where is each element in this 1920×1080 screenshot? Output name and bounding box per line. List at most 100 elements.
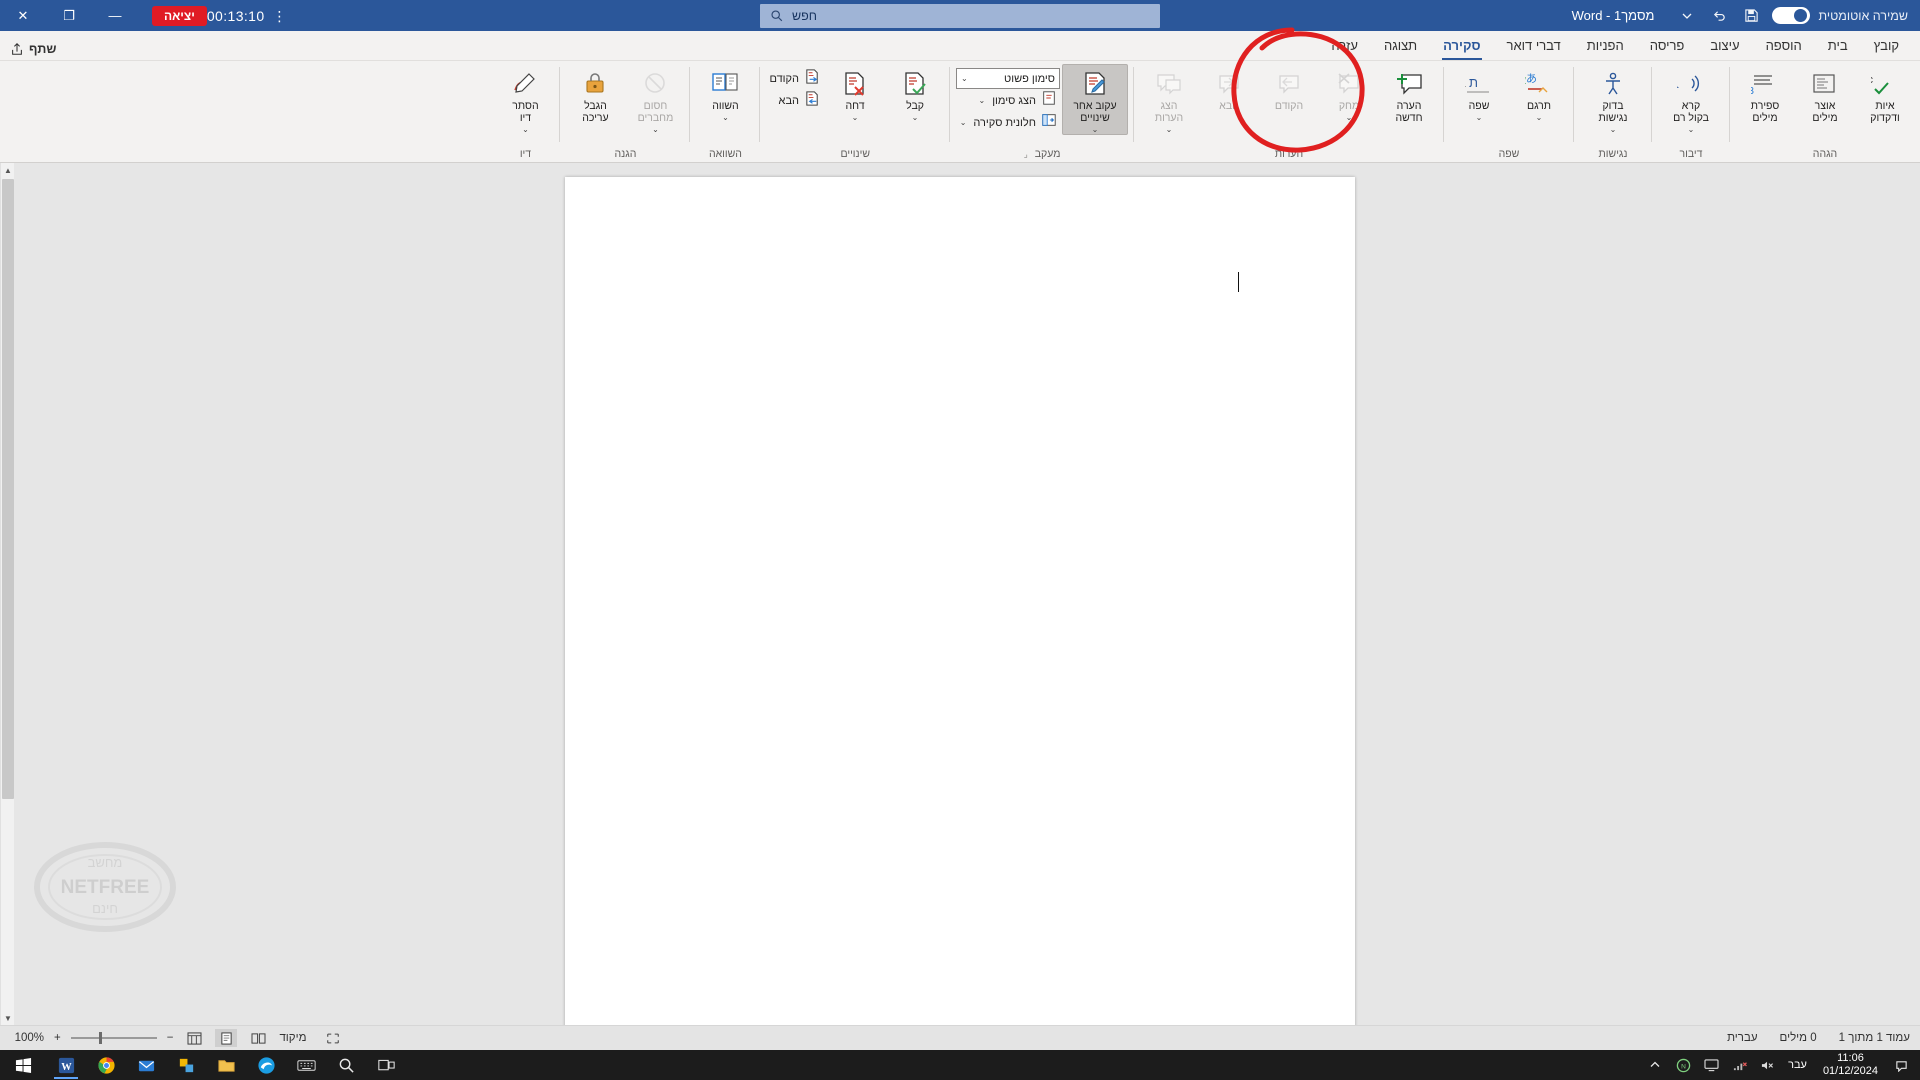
close-button[interactable]: ✕ — [0, 0, 46, 31]
word-taskbar-icon[interactable]: W — [46, 1050, 86, 1080]
chevron-up-icon[interactable] — [1642, 1050, 1668, 1080]
accept-change-button[interactable]: קבל ⌄ — [886, 64, 944, 132]
chevron-down-icon[interactable]: ⌄ — [522, 125, 529, 134]
scrollbar-thumb[interactable] — [2, 179, 14, 799]
tab-mailings[interactable]: דברי דואר — [1494, 34, 1574, 60]
word-count-button[interactable]: 123 ספירת מילים — [1736, 64, 1794, 132]
zoom-level[interactable]: 100% — [10, 1032, 44, 1044]
keyboard-taskbar-icon[interactable] — [286, 1050, 326, 1080]
translate-label: תרגם — [1527, 100, 1551, 112]
vertical-scrollbar[interactable]: ▲ ▼ — [0, 163, 14, 1025]
tab-home[interactable]: בית — [1815, 34, 1861, 60]
minimize-button[interactable]: — — [92, 0, 138, 31]
accept-change-icon — [900, 69, 930, 99]
tab-design[interactable]: עיצוב — [1697, 34, 1752, 60]
spelling-grammar-button[interactable]: abc איות ודקדוק — [1856, 64, 1914, 132]
chevron-down-icon[interactable]: ⌄ — [912, 113, 919, 122]
share-button[interactable]: שתף — [10, 42, 56, 56]
chevron-down-icon[interactable]: ⌄ — [1346, 113, 1353, 122]
tab-references[interactable]: הפניות — [1574, 34, 1637, 60]
file-explorer-taskbar-icon[interactable] — [206, 1050, 246, 1080]
dialog-launcher-icon[interactable]: ⌟ — [1024, 149, 1028, 159]
zoom-slider[interactable] — [70, 1032, 157, 1044]
language-button[interactable]: Aת שפה ⌄ — [1450, 64, 1508, 132]
tab-insert[interactable]: הוספה — [1753, 34, 1815, 60]
read-aloud-button[interactable]: A קרא בקול רם ⌄ — [1658, 64, 1724, 135]
chevron-down-icon: ⌄ — [978, 96, 986, 105]
previous-change-button[interactable]: הקודם — [766, 68, 824, 89]
scroll-up-arrow[interactable]: ▲ — [1, 163, 15, 177]
sticky-notes-taskbar-icon[interactable] — [166, 1050, 206, 1080]
chevron-down-icon[interactable]: ⌄ — [1092, 125, 1099, 134]
taskbar-clock[interactable]: 11:06 01/12/2024 — [1815, 1050, 1886, 1080]
monitor-tray-icon[interactable] — [1698, 1050, 1724, 1080]
hide-ink-button[interactable]: הסתר דיו ⌄ — [496, 64, 554, 135]
more-icon[interactable] — [1672, 3, 1702, 29]
volume-muted-icon[interactable] — [1754, 1050, 1780, 1080]
chevron-down-icon[interactable]: ⌄ — [1166, 125, 1173, 134]
focus-label[interactable]: מיקוד — [279, 1032, 306, 1044]
network-error-icon[interactable] — [1726, 1050, 1752, 1080]
chevron-down-icon[interactable]: ⌄ — [852, 113, 859, 122]
language-status[interactable]: עברית — [1727, 1032, 1757, 1044]
zoom-out-button[interactable]: − — [167, 1032, 174, 1044]
tab-layout[interactable]: פריסה — [1637, 34, 1698, 60]
next-comment-button[interactable]: הבא — [1200, 64, 1258, 132]
autosave-toggle[interactable] — [1772, 7, 1811, 24]
zoom-in-button[interactable]: + — [54, 1032, 61, 1044]
document-page[interactable] — [565, 177, 1355, 1025]
translate-button[interactable]: אあ תרגם ⌄ — [1510, 64, 1568, 132]
focus-mode-icon[interactable] — [322, 1029, 344, 1047]
task-view-icon[interactable] — [366, 1050, 406, 1080]
show-markup-button[interactable]: הצג סימון ⌄ — [956, 90, 1060, 111]
chevron-down-icon[interactable]: ⌄ — [1536, 113, 1543, 122]
thesaurus-button[interactable]: אוצר מילים — [1796, 64, 1854, 132]
restore-button[interactable]: ❐ — [46, 0, 92, 31]
chevron-down-icon[interactable]: ⌄ — [1688, 125, 1695, 134]
tab-file[interactable]: קובץ — [1861, 34, 1912, 60]
check-accessibility-button[interactable]: בדוק נגישות ⌄ — [1580, 64, 1646, 135]
tab-help[interactable]: עזרה — [1318, 34, 1371, 60]
print-layout-icon[interactable] — [215, 1029, 238, 1047]
notifications-icon[interactable] — [1888, 1050, 1914, 1080]
delete-comment-button[interactable]: מחק ⌄ — [1320, 64, 1378, 132]
restrict-editing-button[interactable]: הגבל עריכה — [566, 64, 624, 132]
track-changes-button[interactable]: עקוב אחר שינויים ⌄ — [1062, 64, 1128, 135]
reject-change-button[interactable]: דחה ⌄ — [826, 64, 884, 132]
scroll-down-arrow[interactable]: ▼ — [1, 1011, 15, 1025]
save-icon[interactable] — [1736, 3, 1766, 29]
group-label-language: שפה — [1498, 148, 1520, 160]
web-layout-icon[interactable] — [183, 1029, 205, 1047]
undo-icon[interactable] — [1704, 3, 1734, 29]
next-change-button[interactable]: הבא — [766, 90, 824, 111]
tab-review[interactable]: סקירה — [1430, 34, 1493, 60]
edge-taskbar-icon[interactable] — [246, 1050, 286, 1080]
chrome-taskbar-icon[interactable] — [86, 1050, 126, 1080]
magnifier-taskbar-icon[interactable] — [326, 1050, 366, 1080]
show-comments-button[interactable]: הצג הערות ⌄ — [1140, 64, 1198, 135]
chevron-down-icon[interactable]: ⌄ — [722, 113, 729, 122]
read-mode-icon[interactable] — [247, 1029, 269, 1047]
windows-start-icon[interactable] — [0, 1050, 46, 1080]
new-comment-button[interactable]: הערה חדשה — [1380, 64, 1438, 132]
page-info[interactable]: עמוד 1 מתוך 1 — [1839, 1032, 1910, 1044]
autosave-control[interactable]: שמירה אוטומטית — [1772, 7, 1920, 24]
netfree-tray-icon[interactable]: N — [1670, 1050, 1696, 1080]
mail-taskbar-icon[interactable] — [126, 1050, 166, 1080]
block-authors-button[interactable]: חסום מחברים ⌄ — [626, 64, 684, 135]
chevron-down-icon[interactable]: ⌄ — [1476, 113, 1483, 122]
markup-display-dropdown[interactable]: סימון פשוט ⌄ — [956, 68, 1060, 89]
recorder-exit-button[interactable]: יציאה — [152, 5, 207, 26]
reviewing-pane-button[interactable]: חלונית סקירה ⌄ — [956, 112, 1060, 133]
keyboard-language[interactable]: עבר — [1782, 1059, 1813, 1071]
kebab-menu-icon[interactable]: ⋮ — [265, 9, 295, 23]
chevron-down-icon[interactable]: ⌄ — [1610, 125, 1617, 134]
chevron-down-icon[interactable]: ⌄ — [652, 125, 659, 134]
tab-view[interactable]: תצוגה — [1371, 34, 1430, 60]
previous-comment-button[interactable]: הקודם — [1260, 64, 1318, 132]
zoom-slider-knob[interactable] — [98, 1032, 102, 1044]
svg-text:A: A — [1677, 75, 1679, 92]
word-count-status[interactable]: 0 מילים — [1780, 1032, 1817, 1044]
search-input[interactable]: חפש — [760, 4, 1160, 28]
compare-button[interactable]: השווה ⌄ — [696, 64, 754, 132]
